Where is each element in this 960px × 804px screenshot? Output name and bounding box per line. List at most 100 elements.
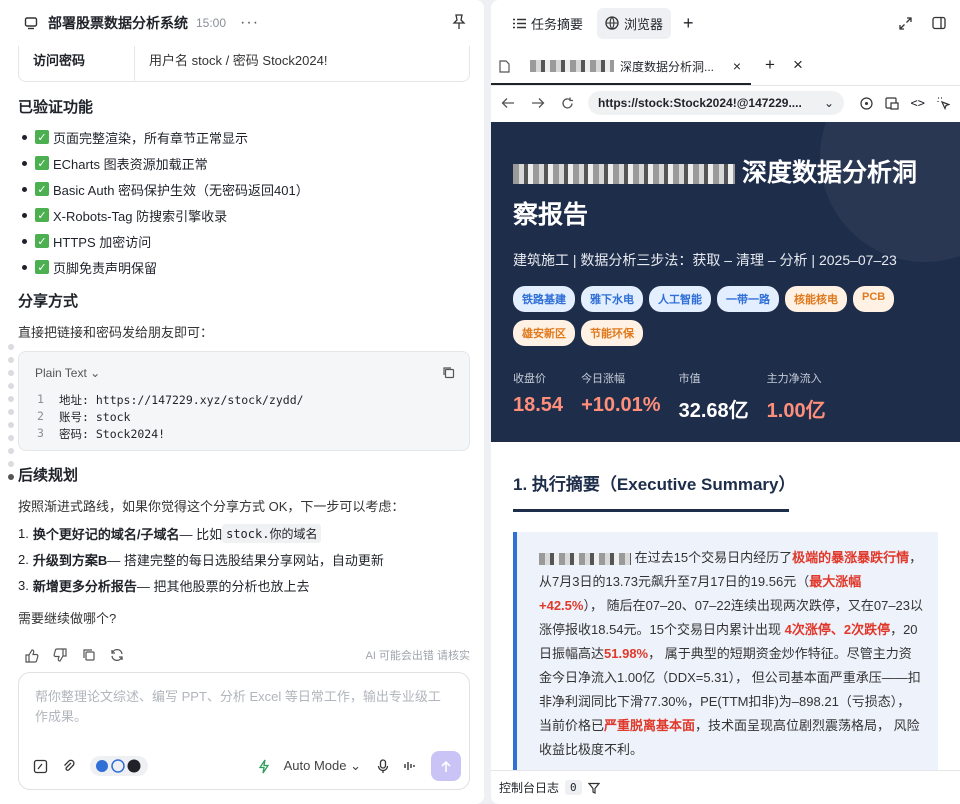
copy-icon[interactable] [82,648,96,662]
chat-header: 部署股票数据分析系统 15:00 ··· [0,0,484,46]
redacted-text [530,60,614,72]
plan-intro: 按照渐进式路线，如果你觉得这个分享方式 OK，下一步可以考虑： [18,499,405,514]
sidebar-toggle-icon[interactable] [932,16,946,30]
new-tab-icon[interactable]: + [765,55,775,75]
list-item: ✓ X-Robots-Tag 防搜索引擎收录 [18,202,309,228]
share-text: 直接把链接和密码发给朋友即可： [18,325,214,340]
forward-icon[interactable] [531,97,545,109]
globe-icon [605,16,619,30]
tag: PCB [853,286,895,312]
tag: 人工智能 [649,286,711,312]
close-tab-icon[interactable]: × [733,58,741,74]
attach-icon[interactable] [62,759,76,774]
edit-icon[interactable] [33,759,48,774]
mode-select[interactable]: Auto Mode ⌄ [284,758,361,774]
back-icon[interactable] [501,97,515,109]
plan-list: 1. 换个更好记的域名/子域名 — 比如 stock.你的域名 2. 升级到方案B … [18,520,384,598]
summary-callout: 在过去15个交易日内经历了极端的暴涨暴跌行情， 从7月3日的13.73元飙升至7… [513,532,938,770]
code-block: Plain Text ⌄ 1 地址: https://147229.xyz/sto… [18,351,470,451]
send-button[interactable] [431,751,461,781]
check-icon: ✓ [35,182,49,196]
check-icon: ✓ [35,156,49,170]
input-toolbar: Auto Mode ⌄ [33,751,461,781]
stats-row: 收盘价 18.54 今日涨幅 +10.01% 市值 32.68亿 主力净流入 1.00亿 [513,370,938,423]
integrations-icon[interactable] [90,756,148,776]
tag: 节能环保 [581,320,643,346]
filter-icon[interactable] [587,782,600,794]
browser-panel: 任务摘要 浏览器 + 深度数据分析洞... × + × https://stoc… [491,0,960,804]
check-icon: ✓ [35,260,49,274]
verified-list: ✓ 页面完整渲染，所有章节正常显示 ✓ ECharts 图表资源加载正常 ✓ Basi… [18,124,309,280]
message-input[interactable]: 帮你整理论文综述、编写 PPT、分析 Excel 等日常工作，输出专业级工作成果… [18,672,470,790]
list-item: ✓ Basic Auth 密码保护生效（无密码返回401） [18,176,309,202]
url-input[interactable]: https://stock:Stock2024!@147229.... ⌄ [588,91,844,115]
voice-wave-icon[interactable] [403,759,417,773]
list-item: 2. 升级到方案B — 搭建完整的每日选股结果分享网站，自动更新 [18,551,384,568]
check-icon: ✓ [35,130,49,144]
code-line: 1 地址: https://147229.xyz/stock/zydd/ [37,392,304,407]
list-item: 3. 新增更多分析报告 — 把其他股票的分析也放上去 [18,577,310,594]
thumbs-down-icon[interactable] [53,647,68,663]
chat-icon [24,17,38,30]
list-item: 1. 换个更好记的域名/子域名 — 比如 stock.你的域名 [18,520,384,546]
tag-list: 铁路基建 雅下水电 人工智能 一带一路 核能核电 PCB 雄安新区 节能环保 [513,286,913,354]
redacted-text [539,552,631,565]
code-line: 2 账号: stock [37,409,131,424]
web-page: 深度数据分析洞察报告 建筑施工 | 数据分析三步法：获取 – 清理 – 分析 |… [491,122,960,770]
table-cell-key: 访问密码 [19,46,135,81]
screenshot-icon[interactable] [884,96,899,110]
microphone-icon[interactable] [377,758,389,774]
executive-summary-section: 1. 执行摘要（Executive Summary） 在过去15个交易日内经历了… [491,442,960,770]
console-label: 控制台日志 [499,781,560,795]
code-language-select[interactable]: Plain Text ⌄ [35,366,100,380]
code-line: 3 密码: Stock2024! [37,426,166,441]
panel-tabs: 任务摘要 浏览器 + [491,0,960,46]
add-tab-icon[interactable]: + [683,13,694,34]
report-hero: 深度数据分析洞察报告 建筑施工 | 数据分析三步法：获取 – 清理 – 分析 |… [491,122,960,442]
stat-daily-change: 今日涨幅 +10.01% [581,373,661,416]
section-heading: 1. 执行摘要（Executive Summary） [513,470,795,512]
share-heading: 分享方式 [18,293,79,310]
chat-time: 15:00 [196,16,227,30]
pin-icon[interactable] [452,14,466,30]
tag: 雄安新区 [513,320,575,346]
plan-question: 需要继续做哪个? [18,611,117,626]
navigation-bar: https://stock:Stock2024!@147229.... ⌄ <> [491,86,960,120]
chevron-down-icon[interactable]: ⌄ [824,96,834,110]
check-icon: ✓ [35,234,49,248]
list-item: ✓ HTTPS 加密访问 [18,228,309,254]
regenerate-icon[interactable] [110,648,124,662]
thumbs-up-icon[interactable] [24,648,39,663]
lightning-icon [258,759,270,774]
tag: 一带一路 [717,286,779,312]
more-options-icon[interactable]: ··· [240,14,259,32]
message-content: 访问密码 用户名 stock / 密码 Stock2024! 已验证功能 ✓ 页面… [18,46,470,638]
message-actions: AI 可能会出错 请核实 [24,645,470,665]
tag: 雅下水电 [581,286,643,312]
verified-heading: 已验证功能 [18,99,94,116]
list-item: ✓ 页面完整渲染，所有章节正常显示 [18,124,309,150]
chat-panel: 部署股票数据分析系统 15:00 ··· 访问密码 用户名 stock / 密码… [0,0,484,804]
ai-disclaimer: AI 可能会出错 请核实 [365,650,470,662]
code-icon[interactable]: <> [911,96,925,110]
list-item: ✓ 页脚免责声明保留 [18,254,309,280]
tab-task-summary[interactable]: 任务摘要 [505,8,591,39]
table-row: 访问密码 用户名 stock / 密码 Stock2024! [18,46,470,82]
inline-code: stock.你的域名 [222,523,322,543]
browser-tab[interactable]: 深度数据分析洞... × [491,49,751,85]
expand-icon[interactable] [899,16,912,30]
plan-heading: 后续规划 [18,467,79,484]
stat-market-cap: 市值 32.68亿 [678,373,749,422]
console-bar[interactable]: 控制台日志 0 [491,770,960,804]
tag: 核能核电 [785,286,847,312]
close-icon[interactable]: × [793,55,803,75]
inspect-cursor-icon[interactable] [937,96,950,110]
compass-icon[interactable] [859,96,873,110]
report-title: 深度数据分析洞察报告 [513,159,917,229]
browser-tabstrip: 深度数据分析洞... × + × [491,46,960,86]
tab-browser[interactable]: 浏览器 [597,7,672,39]
tag: 铁路基建 [513,286,575,312]
copy-icon[interactable] [442,366,455,379]
redacted-text [513,164,735,185]
refresh-icon[interactable] [561,97,574,110]
